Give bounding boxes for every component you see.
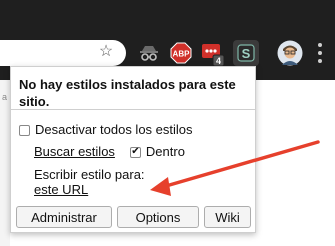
kebab-menu-icon[interactable]: [318, 43, 322, 63]
page-content-edge: a: [0, 80, 10, 246]
popup-header: No hay estilos instalados para este siti…: [11, 67, 255, 110]
disable-all-checkbox[interactable]: [19, 124, 30, 136]
stylus-icon[interactable]: S: [233, 40, 259, 66]
dots-extension-icon[interactable]: 4: [201, 42, 225, 67]
inside-checkbox[interactable]: ✔: [129, 146, 141, 158]
disable-all-label[interactable]: Desactivar todos los estilos: [35, 122, 193, 138]
write-style-link[interactable]: este URL: [34, 182, 88, 198]
find-styles-link[interactable]: Buscar estilos: [34, 144, 115, 160]
star-outline-icon[interactable]: ☆: [98, 44, 114, 60]
inside-label[interactable]: Dentro: [146, 144, 185, 160]
disable-all-row[interactable]: Desactivar todos los estilos: [19, 122, 193, 138]
stylus-letter: S: [242, 46, 251, 61]
write-style-label: Escribir estilo para:: [34, 167, 145, 182]
profile-avatar-icon[interactable]: [277, 40, 303, 66]
page-edge-text: a: [2, 92, 8, 102]
extension-badge-count: 4: [216, 56, 221, 66]
wiki-button[interactable]: Wiki: [204, 206, 251, 228]
stylus-popup: No hay estilos instalados para este siti…: [10, 66, 256, 233]
popup-buttons: Administrar Options Wiki: [16, 206, 252, 228]
manage-button[interactable]: Administrar: [16, 206, 112, 228]
adblock-plus-icon[interactable]: ABP: [170, 42, 192, 64]
spy-extension-icon[interactable]: [138, 42, 160, 64]
find-styles-row: Buscar estilos ✔ Dentro: [34, 144, 185, 160]
options-button[interactable]: Options: [117, 206, 199, 228]
abp-label: ABP: [173, 50, 191, 59]
